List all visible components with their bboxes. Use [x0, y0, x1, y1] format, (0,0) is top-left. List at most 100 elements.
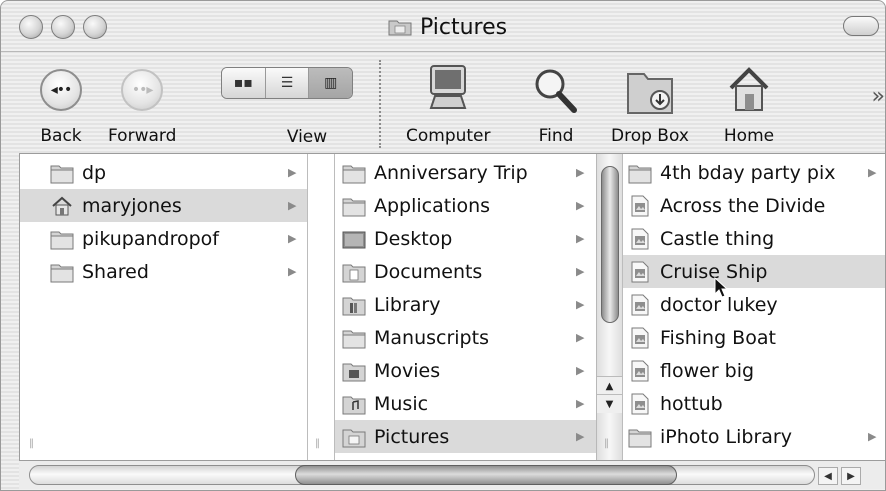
magnifying-glass-icon: [526, 60, 586, 120]
column-2: Anniversary Trip ▶ Applications ▶ Desktop ▶ Do…: [334, 154, 596, 461]
column-1: dp ▶ maryjones ▶ pikupandropof ▶ Shared ▶: [20, 154, 307, 461]
list-item-label: Manuscripts: [374, 326, 489, 349]
list-item[interactable]: Cruise Ship: [622, 255, 885, 288]
home-icon: [50, 195, 74, 217]
back-button[interactable]: ◂•• Back: [31, 60, 91, 146]
horizontal-scroll-thumb[interactable]: [295, 465, 677, 485]
disclosure-arrow-icon: ▶: [576, 430, 585, 443]
column-browser: dp ▶ maryjones ▶ pikupandropof ▶ Shared ▶ ‖ Ann…: [19, 153, 885, 461]
list-item-label: Across the Divide: [660, 194, 826, 217]
disclosure-arrow-icon: ▶: [576, 364, 585, 377]
window-title-group: Pictures: [388, 13, 507, 41]
view-label: View: [286, 127, 328, 147]
list-item[interactable]: Documents ▶: [334, 255, 596, 288]
close-button[interactable]: [19, 15, 43, 39]
drop-box-button[interactable]: Drop Box: [611, 60, 689, 146]
list-item-label: Documents: [374, 260, 483, 283]
view-segmented-control[interactable]: ▪▪ ☰ ▥: [221, 67, 353, 99]
column-resize-handle[interactable]: [334, 154, 335, 461]
image-file-icon: [628, 228, 652, 250]
scroll-up-arrow-icon[interactable]: ▲: [597, 376, 622, 395]
home-icon: [719, 60, 779, 120]
list-item[interactable]: Shared ▶: [20, 255, 307, 288]
computer-button[interactable]: Computer: [406, 60, 491, 146]
list-item-label: flower big: [660, 359, 755, 382]
list-item[interactable]: Library ▶: [334, 288, 596, 321]
column-grip-icon[interactable]: ‖: [29, 438, 34, 449]
list-item-label: Pictures: [374, 425, 450, 448]
list-item[interactable]: Manuscripts ▶: [334, 321, 596, 354]
horizontal-scroll-track[interactable]: [29, 465, 815, 485]
disclosure-arrow-icon: ▶: [868, 166, 877, 179]
forward-arrow-icon: ••▸: [121, 69, 164, 111]
toolbar-separator: [379, 60, 381, 148]
find-button[interactable]: Find: [526, 60, 586, 146]
image-file-icon: [628, 261, 652, 283]
drop-box-label: Drop Box: [611, 126, 689, 146]
list-item[interactable]: Pictures ▶: [334, 420, 596, 453]
title-bar[interactable]: Pictures: [1, 1, 885, 51]
forward-button[interactable]: ••▸ Forward: [108, 60, 176, 146]
list-item[interactable]: flower big: [622, 354, 885, 387]
disclosure-arrow-icon: ▶: [576, 166, 585, 179]
drop-box-folder-icon: [620, 60, 680, 120]
column-3: 4th bday party pix ▶ Across the Divide Cast…: [622, 154, 885, 461]
toolbar-toggle-button[interactable]: [843, 16, 879, 36]
list-item[interactable]: Music ▶: [334, 387, 596, 420]
list-item[interactable]: Across the Divide: [622, 189, 885, 222]
scroll-down-arrow-icon[interactable]: ▼: [597, 394, 622, 413]
disclosure-arrow-icon: ▶: [576, 397, 585, 410]
window-title: Pictures: [420, 14, 508, 40]
list-item[interactable]: dp ▶: [20, 156, 307, 189]
list-item-label: Music: [374, 392, 429, 415]
list-item[interactable]: Fishing Boat: [622, 321, 885, 354]
back-label: Back: [40, 126, 82, 146]
column-grip-icon[interactable]: ‖: [604, 438, 609, 449]
folder-icon: [628, 162, 652, 184]
icon-view-icon[interactable]: ▪▪: [222, 68, 266, 98]
list-item-label: pikupandropof: [82, 227, 219, 250]
list-item[interactable]: Applications ▶: [334, 189, 596, 222]
toolbar: ◂•• Back ••▸ Forward ▪▪ ☰ ▥ View Compute…: [1, 51, 885, 154]
disclosure-arrow-icon: ▶: [288, 265, 297, 278]
list-item[interactable]: pikupandropof ▶: [20, 222, 307, 255]
list-item[interactable]: Anniversary Trip ▶: [334, 156, 596, 189]
minimize-button[interactable]: [51, 15, 75, 39]
list-item-label: Desktop: [374, 227, 453, 250]
scroll-left-arrow-icon[interactable]: ◀: [818, 467, 838, 485]
list-item-label: 4th bday party pix: [660, 161, 836, 184]
view-control: ▪▪ ☰ ▥ View: [221, 52, 353, 147]
disclosure-arrow-icon: ▶: [576, 232, 585, 245]
list-item[interactable]: maryjones ▶: [20, 189, 307, 222]
disclosure-arrow-icon: ▶: [576, 265, 585, 278]
horizontal-scrollbar[interactable]: ◀ ▶: [19, 460, 885, 489]
disclosure-arrow-icon: ▶: [288, 232, 297, 245]
list-item-label: Shared: [82, 260, 149, 283]
list-item[interactable]: Movies ▶: [334, 354, 596, 387]
list-item-label: Fishing Boat: [660, 326, 776, 349]
list-item[interactable]: 4th bday party pix ▶: [622, 156, 885, 189]
list-item[interactable]: iPhoto Library ▶: [622, 420, 885, 453]
list-item[interactable]: hottub: [622, 387, 885, 420]
scroll-thumb[interactable]: [601, 166, 619, 323]
list-item-label: Library: [374, 293, 441, 316]
toolbar-overflow-chevron-icon[interactable]: »: [872, 84, 885, 109]
list-item-label: Castle thing: [660, 227, 775, 250]
column-grip-icon[interactable]: ‖: [315, 438, 320, 449]
home-button[interactable]: Home: [719, 60, 779, 146]
list-item-label: Anniversary Trip: [374, 161, 528, 184]
list-item[interactable]: Desktop ▶: [334, 222, 596, 255]
folder-icon: [50, 162, 74, 184]
zoom-button[interactable]: [83, 15, 107, 39]
music-folder-icon: [342, 393, 366, 415]
column-view-icon[interactable]: ▥: [309, 68, 352, 98]
column-2-scrollbar[interactable]: ▲ ▼: [596, 154, 622, 461]
image-file-icon: [628, 327, 652, 349]
column-resize-handle[interactable]: [622, 154, 623, 461]
scroll-right-arrow-icon[interactable]: ▶: [841, 467, 861, 485]
finder-window: Pictures ◂•• Back ••▸ Forward ▪▪ ☰ ▥ Vie…: [0, 0, 886, 491]
column-resize-handle[interactable]: [307, 154, 308, 461]
list-item[interactable]: Castle thing: [622, 222, 885, 255]
list-view-icon[interactable]: ☰: [265, 68, 310, 98]
list-item[interactable]: doctor lukey: [622, 288, 885, 321]
